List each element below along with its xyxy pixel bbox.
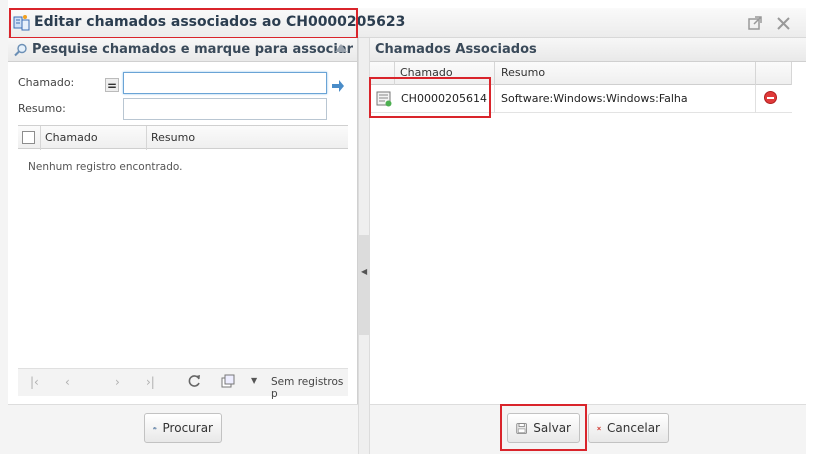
- collapse-left-icon[interactable]: ◀: [361, 267, 367, 276]
- edit-associated-tickets-dialog: Editar chamados associados ao CH00002056…: [0, 0, 822, 465]
- last-page-icon[interactable]: ›|: [146, 375, 155, 389]
- dialog-title: Editar chamados associados ao CH00002056…: [34, 14, 406, 30]
- magnifier-icon: [14, 43, 27, 57]
- search-panel-title: Pesquise chamados e marque para associar: [32, 42, 354, 57]
- close-icon[interactable]: [774, 14, 792, 32]
- search-grid-header: Chamado Resumo: [18, 125, 348, 150]
- bottom-edge: [0, 454, 822, 465]
- collapse-panel-icon[interactable]: [335, 44, 347, 52]
- panel-splitter[interactable]: ◀: [358, 38, 370, 454]
- splitter-handle[interactable]: [359, 235, 369, 335]
- remove-icon[interactable]: [764, 91, 777, 104]
- row-chamado: CH0000205614: [401, 92, 487, 105]
- chamado-label: Chamado:: [18, 76, 75, 89]
- associated-grid-header: Chamado Resumo: [370, 62, 792, 85]
- procurar-button[interactable]: Procurar: [144, 413, 222, 443]
- row-resumo: Software:Windows:Windows:Falha: [501, 92, 688, 105]
- refresh-icon[interactable]: [186, 373, 202, 392]
- procurar-label: Procurar: [162, 421, 213, 435]
- search-panel: Pesquise chamados e marque para associar…: [8, 38, 358, 454]
- floppy-disk-icon: [516, 422, 527, 434]
- next-page-icon[interactable]: ›: [115, 375, 120, 389]
- search-panel-footer: Procurar: [8, 404, 358, 454]
- ticket-icon: [376, 91, 392, 107]
- pager-status-text: Sem registros p: [271, 376, 344, 400]
- associated-panel-header: Chamados Associados: [370, 38, 806, 62]
- cancel-x-icon: [597, 426, 601, 430]
- select-all-checkbox[interactable]: [22, 131, 35, 144]
- go-arrow-icon[interactable]: [331, 79, 345, 93]
- dialog-titlebar: Editar chamados associados ao CH00002056…: [8, 8, 806, 38]
- save-button[interactable]: Salvar: [507, 413, 580, 443]
- export-icon[interactable]: [220, 373, 236, 392]
- prev-page-icon[interactable]: ‹: [65, 375, 70, 389]
- resumo-search-input[interactable]: [123, 98, 327, 120]
- search-panel-header: Pesquise chamados e marque para associar: [8, 38, 357, 62]
- background-edge: [0, 0, 8, 465]
- cancel-button[interactable]: Cancelar: [588, 413, 669, 443]
- dropdown-arrow-icon[interactable]: ▼: [251, 376, 257, 385]
- column-resumo[interactable]: Resumo: [151, 131, 195, 144]
- column-resumo[interactable]: Resumo: [501, 66, 545, 79]
- binoculars-icon: [153, 427, 157, 430]
- popout-icon[interactable]: [746, 14, 764, 32]
- operator-equals[interactable]: =: [105, 78, 119, 93]
- empty-grid-message: Nenhum registro encontrado.: [28, 161, 183, 173]
- resumo-label: Resumo:: [18, 102, 66, 115]
- table-row[interactable]: CH0000205614 Software:Windows:Windows:Fa…: [370, 85, 792, 113]
- associated-panel: Chamados Associados Chamado Resumo CH000…: [370, 38, 806, 454]
- column-chamado[interactable]: Chamado: [400, 66, 453, 79]
- cancel-label: Cancelar: [607, 421, 660, 435]
- column-chamado[interactable]: Chamado: [45, 131, 98, 144]
- associated-panel-title: Chamados Associados: [375, 42, 537, 57]
- dialog-footer: Salvar Cancelar: [370, 404, 806, 454]
- save-label: Salvar: [533, 421, 571, 435]
- linked-tickets-icon: [13, 15, 30, 31]
- pagination-toolbar: |‹ ‹ › ›| ▼ Sem registros p: [18, 368, 348, 400]
- first-page-icon[interactable]: |‹: [30, 375, 39, 389]
- chamado-search-input[interactable]: [123, 72, 327, 94]
